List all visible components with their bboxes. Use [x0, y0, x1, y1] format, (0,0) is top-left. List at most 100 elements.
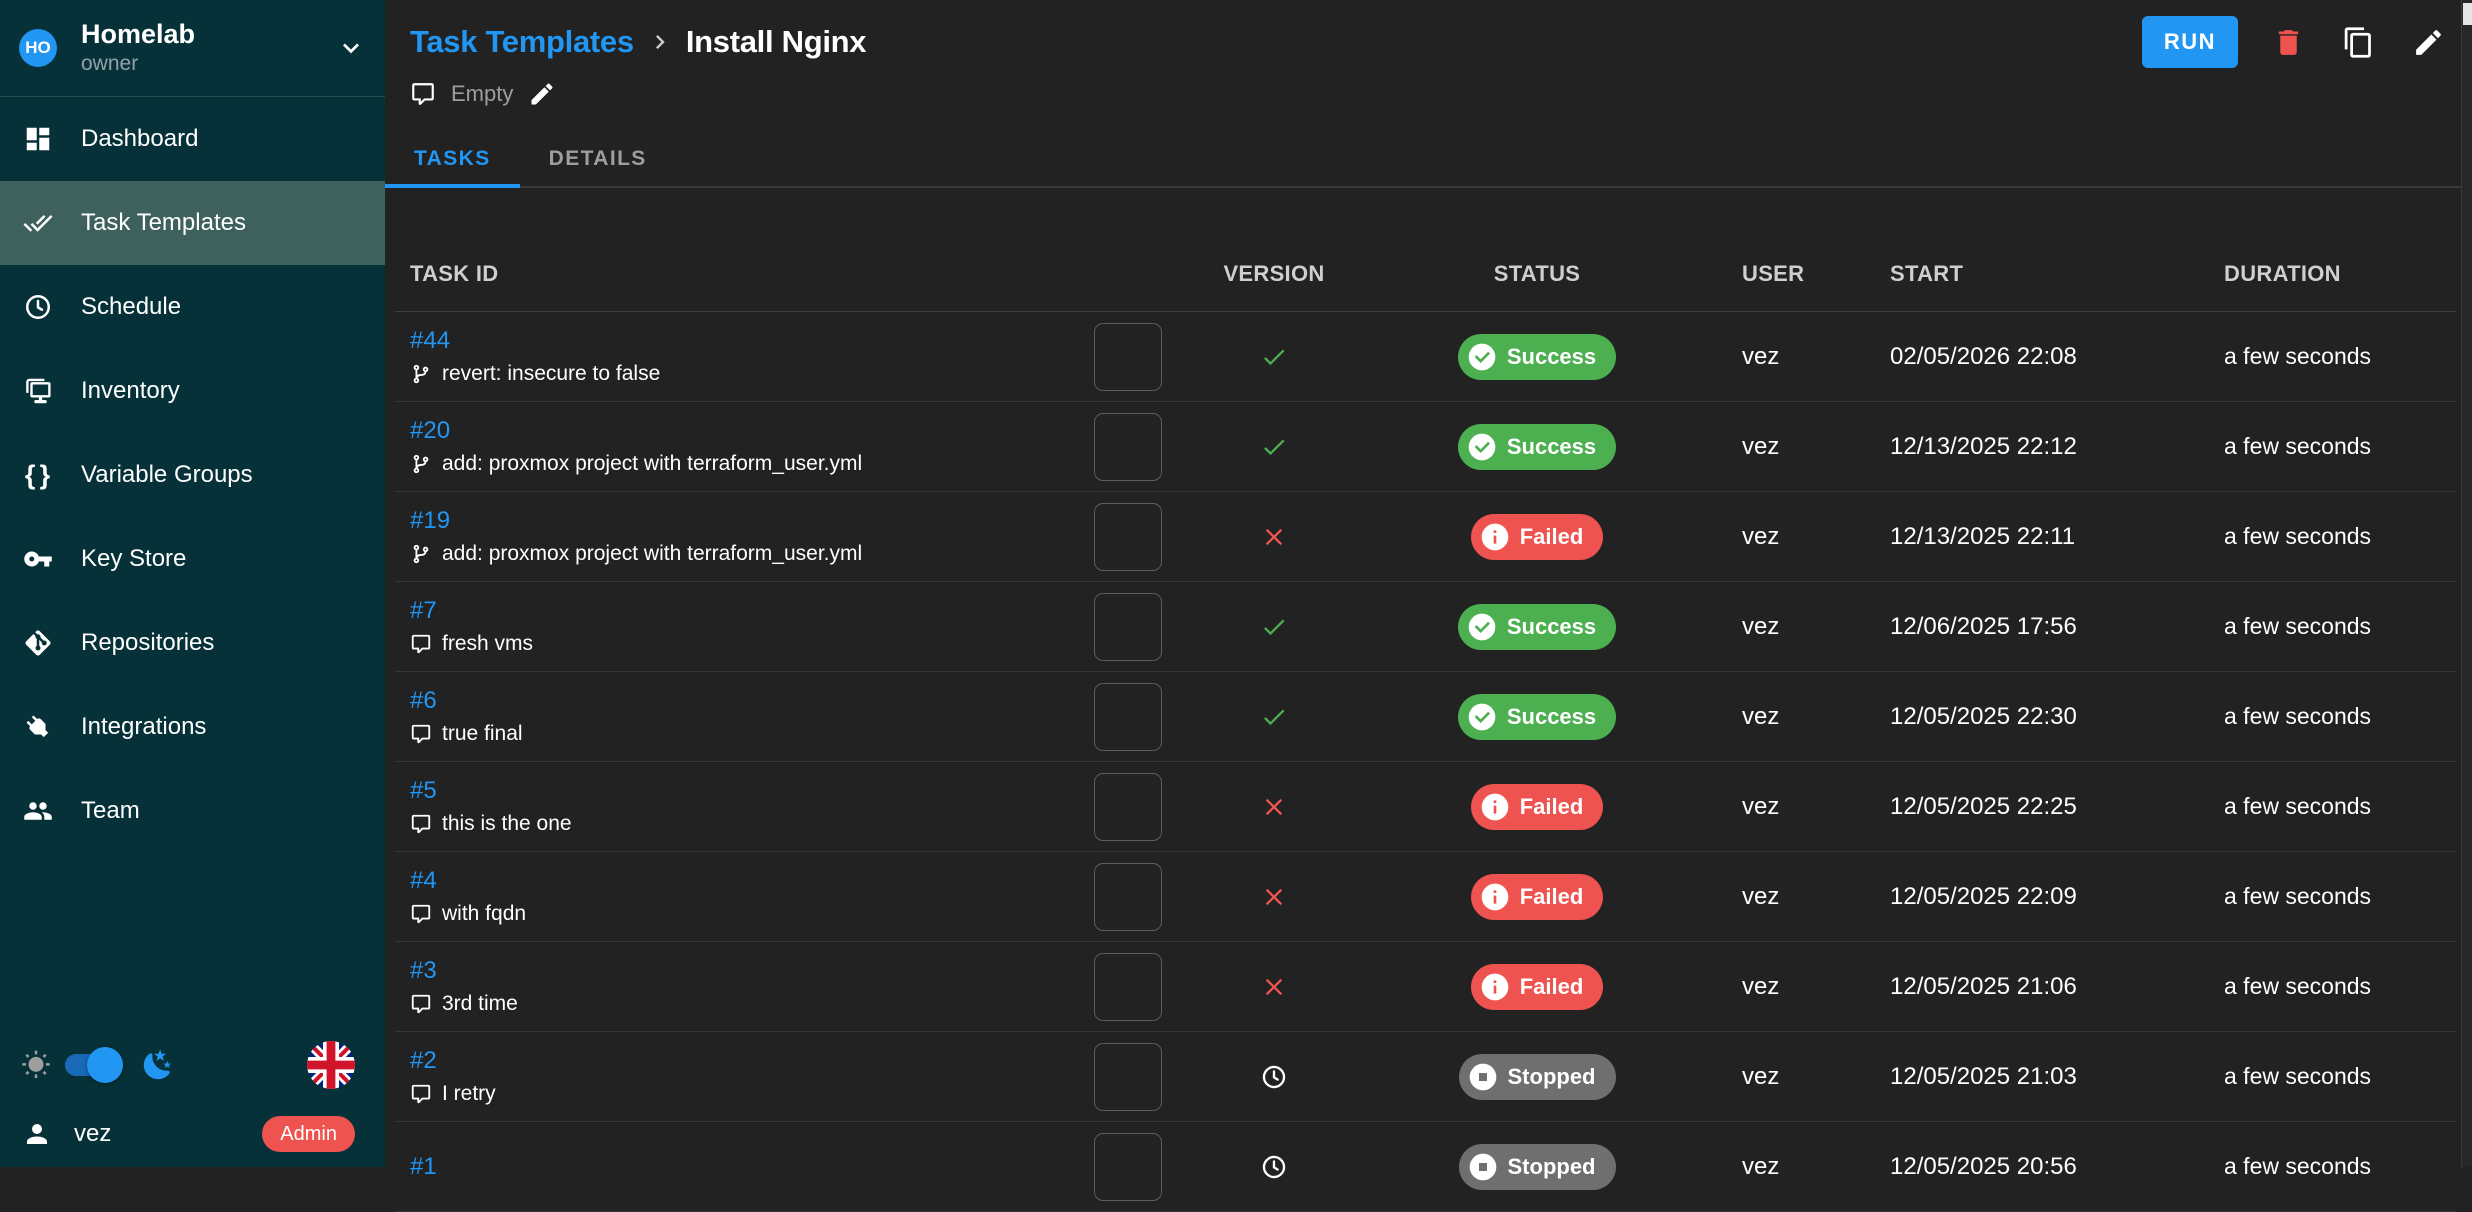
pencil-icon	[528, 80, 558, 108]
task-duration: a few seconds	[2219, 793, 2456, 820]
inventory-icon	[23, 376, 53, 406]
task-user: vez	[1737, 973, 1885, 1001]
task-message: add: proxmox project with terraform_user…	[410, 543, 1045, 565]
edit-description-button[interactable]	[528, 79, 558, 109]
sidebar-item-label: Key Store	[81, 545, 186, 573]
sidebar-item-label: Dashboard	[81, 125, 198, 153]
status-badge: Stopped	[1459, 1054, 1616, 1100]
task-start: 12/05/2025 22:30	[1885, 703, 2219, 731]
rerun-task-button[interactable]	[1094, 1043, 1162, 1111]
table-row: #20 add: proxmox project with terraform_…	[395, 402, 2456, 492]
task-message: 3rd time	[410, 993, 1045, 1015]
rerun-task-button[interactable]	[1094, 593, 1162, 661]
sidebar-item-integrations[interactable]: Integrations	[0, 685, 385, 769]
sidebar-item-inventory[interactable]: Inventory	[0, 349, 385, 433]
version-success-icon	[1260, 703, 1288, 731]
sidebar-item-label: Repositories	[81, 629, 214, 657]
trash-icon	[2272, 26, 2305, 59]
task-duration: a few seconds	[2219, 1063, 2456, 1090]
table-row: #7 fresh vms Success vez 12/06/2025 17:5…	[395, 582, 2456, 672]
task-id-link[interactable]: #44	[410, 329, 450, 353]
column-header-status: STATUS	[1494, 261, 1581, 287]
status-badge: Failed	[1471, 964, 1604, 1010]
task-user: vez	[1737, 523, 1885, 551]
key-icon	[23, 544, 53, 574]
task-id-link[interactable]: #4	[410, 869, 437, 893]
comment-icon	[410, 1083, 432, 1105]
table-row: #4 with fqdn Failed vez 12/05/2025 22:09…	[395, 852, 2456, 942]
dark-mode-toggle[interactable]	[65, 1054, 117, 1076]
edit-template-button[interactable]	[2408, 22, 2448, 62]
version-failed-icon	[1260, 793, 1288, 821]
rerun-task-button[interactable]	[1094, 863, 1162, 931]
breadcrumb-task-templates-link[interactable]: Task Templates	[410, 24, 634, 60]
tab-details[interactable]: DETAILS	[520, 132, 676, 186]
task-id-link[interactable]: #2	[410, 1049, 437, 1073]
rerun-task-button[interactable]	[1094, 953, 1162, 1021]
table-body: #44 revert: insecure to false Success ve…	[395, 312, 2456, 1212]
run-button[interactable]: RUN	[2142, 16, 2238, 68]
scrollbar-thumb[interactable]	[2463, 3, 2472, 25]
tab-tasks[interactable]: TASKS	[385, 132, 520, 186]
username: vez	[74, 1120, 111, 1148]
sidebar-item-team[interactable]: Team	[0, 769, 385, 853]
status-badge: Failed	[1471, 514, 1604, 560]
comment-icon	[410, 813, 432, 835]
source-branch-icon	[410, 453, 432, 475]
sidebar-item-schedule[interactable]: Schedule	[0, 265, 385, 349]
copy-template-button[interactable]	[2338, 22, 2378, 62]
team-icon	[23, 796, 53, 826]
task-id-link[interactable]: #7	[410, 599, 437, 623]
uk-flag-icon[interactable]	[307, 1041, 355, 1089]
information-icon	[1479, 881, 1511, 913]
chevron-right-icon	[646, 28, 674, 56]
task-start: 12/05/2025 21:03	[1885, 1063, 2219, 1091]
scrollbar	[2461, 0, 2472, 1167]
task-message: revert: insecure to false	[410, 363, 1045, 385]
sidebar-item-repositories[interactable]: Repositories	[0, 601, 385, 685]
page-title: Install Nginx	[686, 24, 866, 60]
version-failed-icon	[1260, 973, 1288, 1001]
main-content: Task Templates Install Nginx RUN Empty T…	[385, 0, 2472, 1167]
project-switcher[interactable]: HO Homelab owner	[0, 0, 385, 97]
task-duration: a few seconds	[2219, 523, 2456, 550]
user-menu[interactable]: vez Admin	[0, 1101, 385, 1167]
task-start: 12/05/2025 22:09	[1885, 883, 2219, 911]
task-message: this is the one	[410, 813, 1045, 835]
task-id-link[interactable]: #3	[410, 959, 437, 983]
breadcrumb: Task Templates Install Nginx	[410, 24, 866, 60]
information-icon	[1479, 971, 1511, 1003]
task-user: vez	[1737, 613, 1885, 641]
status-badge: Failed	[1471, 874, 1604, 920]
comment-icon	[410, 903, 432, 925]
task-id-link[interactable]: #5	[410, 779, 437, 803]
task-start: 02/05/2026 22:08	[1885, 343, 2219, 371]
task-start: 12/06/2025 17:56	[1885, 613, 2219, 641]
clock-icon	[23, 292, 53, 322]
task-id-link[interactable]: #19	[410, 509, 450, 533]
rerun-task-button[interactable]	[1094, 323, 1162, 391]
rerun-task-button[interactable]	[1094, 503, 1162, 571]
version-success-icon	[1260, 433, 1288, 461]
sidebar-item-key-store[interactable]: Key Store	[0, 517, 385, 601]
delete-template-button[interactable]	[2268, 22, 2308, 62]
version-failed-icon	[1260, 523, 1288, 551]
rerun-task-button[interactable]	[1094, 683, 1162, 751]
task-user: vez	[1737, 433, 1885, 461]
git-icon	[23, 628, 53, 658]
rerun-task-button[interactable]	[1094, 413, 1162, 481]
dashboard-icon	[23, 124, 53, 154]
sidebar-item-task-templates[interactable]: Task Templates	[0, 181, 385, 265]
user-icon	[22, 1119, 52, 1149]
table-row: #1 Stopped vez 12/05/2025 20:56 a few se…	[395, 1122, 2456, 1212]
sidebar-item-variable-groups[interactable]: { } Variable Groups	[0, 433, 385, 517]
sidebar-nav: Dashboard Task Templates Schedule Invent…	[0, 97, 385, 853]
comment-icon	[410, 993, 432, 1015]
task-id-link[interactable]: #20	[410, 419, 450, 443]
task-duration: a few seconds	[2219, 883, 2456, 910]
task-id-link[interactable]: #6	[410, 689, 437, 713]
column-header-duration: DURATION	[2219, 261, 2456, 287]
header-actions: RUN	[2142, 16, 2448, 68]
sidebar-item-dashboard[interactable]: Dashboard	[0, 97, 385, 181]
rerun-task-button[interactable]	[1094, 773, 1162, 841]
